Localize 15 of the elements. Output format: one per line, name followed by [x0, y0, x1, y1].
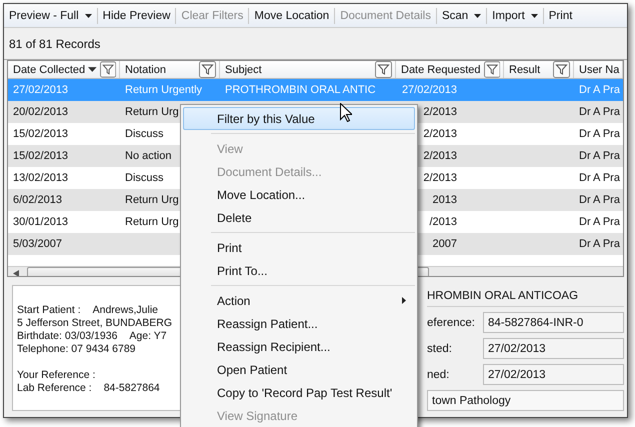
preview-value: 84-5827864: [104, 382, 160, 395]
lab-name-field: town Pathology: [427, 390, 624, 411]
preview-text: 5 Jefferson Street, BUNDABERG: [17, 317, 172, 330]
preview-text: Telephone: 07 9434 6789: [17, 343, 136, 356]
preview-value: Age: Y7: [129, 330, 167, 343]
subject-field: HROMBIN ORAL ANTICOAG: [427, 286, 624, 307]
record-count: 81 of 81 Records: [9, 36, 100, 51]
preview-text: Lab Reference :: [17, 382, 92, 395]
preview-text: Your Reference :: [17, 369, 96, 382]
field-label: sted:: [427, 342, 453, 354]
preview-text: Start Patient :: [17, 304, 81, 317]
field-label: ned:: [427, 368, 450, 380]
preview-text: Birthdate: 03/03/1936: [17, 330, 118, 343]
preview-value: Andrews,Julie: [92, 304, 158, 317]
field-label: eference:: [427, 316, 476, 328]
